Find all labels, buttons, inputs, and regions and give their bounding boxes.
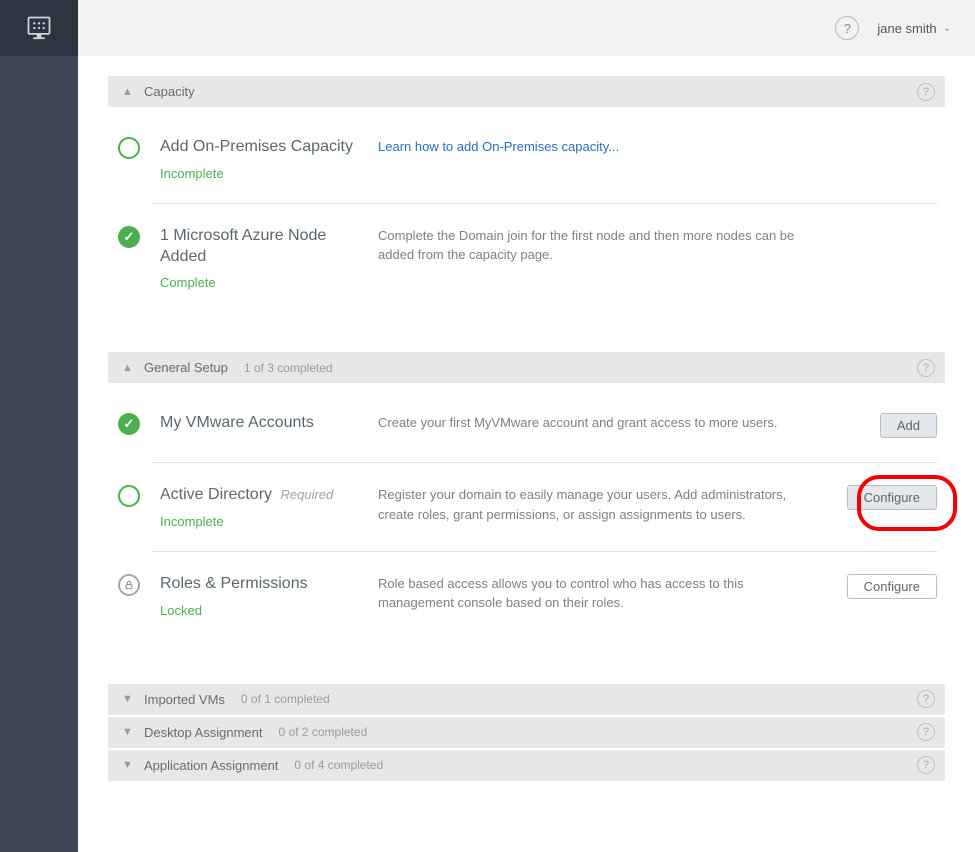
required-label: Required <box>280 487 333 502</box>
user-menu[interactable]: jane smith ⌄ <box>877 21 951 36</box>
general-item-roles: Roles & Permissions Locked Role based ac… <box>108 552 945 640</box>
chevron-down-icon: ⌄ <box>943 23 951 34</box>
chevron-up-icon: ▲ <box>122 86 134 98</box>
section-help-icon[interactable]: ? <box>917 359 935 377</box>
sidebar <box>0 0 78 852</box>
status-text: Incomplete <box>160 166 360 181</box>
item-desc: Complete the Domain join for the first n… <box>378 226 809 265</box>
topbar: ? jane smith ⌄ <box>78 0 975 56</box>
item-title: Add On-Premises Capacity <box>160 137 360 158</box>
item-title: Roles & Permissions <box>160 574 360 595</box>
section-header-general[interactable]: ▲ General Setup 1 of 3 completed ? <box>108 352 945 383</box>
status-complete-icon: ✓ <box>118 226 140 248</box>
chevron-down-icon: ▼ <box>122 759 134 771</box>
section-title: Imported VMs <box>144 692 225 707</box>
capacity-item-azure: ✓ 1 Microsoft Azure Node Added Complete … <box>108 204 945 313</box>
section-help-icon[interactable]: ? <box>917 756 935 774</box>
item-desc: Role based access allows you to control … <box>378 574 809 613</box>
learn-onprem-link[interactable]: Learn how to add On-Premises capacity... <box>378 139 619 154</box>
help-icon[interactable]: ? <box>835 16 859 40</box>
section-help-icon[interactable]: ? <box>917 83 935 101</box>
item-title: 1 Microsoft Azure Node Added <box>160 226 360 268</box>
add-button[interactable]: Add <box>880 413 937 438</box>
section-subcount: 0 of 2 completed <box>279 725 368 739</box>
section-subcount: 0 of 4 completed <box>294 758 383 772</box>
status-incomplete-icon <box>118 485 140 507</box>
section-help-icon[interactable]: ? <box>917 690 935 708</box>
section-title: Capacity <box>144 84 195 99</box>
status-complete-icon: ✓ <box>118 413 140 435</box>
status-text: Incomplete <box>160 514 360 529</box>
configure-button[interactable]: Configure <box>847 574 937 599</box>
section-header-capacity[interactable]: ▲ Capacity ? <box>108 76 945 107</box>
status-incomplete-icon <box>118 137 140 159</box>
status-text: Locked <box>160 603 360 618</box>
section-title: General Setup <box>144 360 228 375</box>
general-item-ad: Active Directory Required Incomplete Reg… <box>108 463 945 551</box>
chevron-down-icon: ▼ <box>122 693 134 705</box>
configure-button[interactable]: Configure <box>847 485 937 510</box>
status-locked-icon <box>118 574 140 596</box>
chevron-down-icon: ▼ <box>122 726 134 738</box>
section-subcount: 0 of 1 completed <box>241 692 330 706</box>
section-help-icon[interactable]: ? <box>917 723 935 741</box>
status-text: Complete <box>160 275 360 290</box>
item-desc: Create your first MyVMware account and g… <box>378 413 809 433</box>
chevron-up-icon: ▲ <box>122 362 134 374</box>
user-name: jane smith <box>877 21 936 36</box>
capacity-item-onprem: Add On-Premises Capacity Incomplete Lear… <box>108 115 945 203</box>
app-logo-icon[interactable] <box>0 0 78 56</box>
section-header-app-assignment[interactable]: ▼ Application Assignment 0 of 4 complete… <box>108 750 945 781</box>
general-item-vmware: ✓ My VMware Accounts Create your first M… <box>108 391 945 462</box>
item-title: My VMware Accounts <box>160 413 360 434</box>
item-title: Active Directory Required <box>160 485 360 506</box>
section-header-imported-vms[interactable]: ▼ Imported VMs 0 of 1 completed ? <box>108 684 945 715</box>
item-desc: Register your domain to easily manage yo… <box>378 485 809 524</box>
section-subcount: 1 of 3 completed <box>244 361 333 375</box>
section-header-desktop-assignment[interactable]: ▼ Desktop Assignment 0 of 2 completed ? <box>108 717 945 748</box>
section-title: Application Assignment <box>144 758 278 773</box>
section-title: Desktop Assignment <box>144 725 263 740</box>
